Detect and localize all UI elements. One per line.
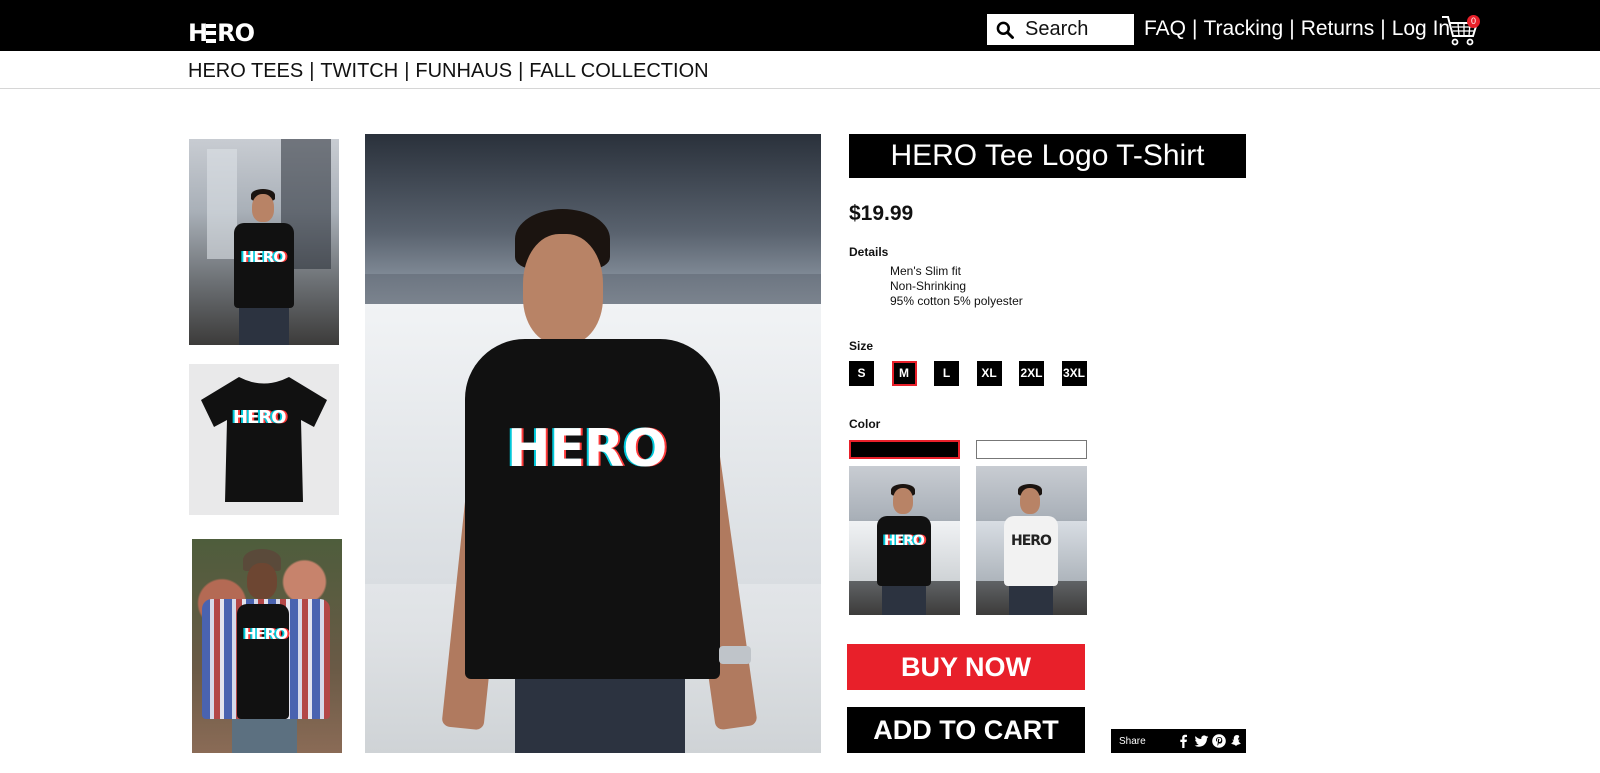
divider: |	[1192, 17, 1198, 40]
detail-item: Men's Slim fit	[890, 264, 961, 278]
shirt-logo-text: HERO	[1011, 533, 1052, 549]
tshirt	[1004, 516, 1058, 586]
cart-count-badge: 0	[1467, 15, 1480, 28]
tshirt	[237, 604, 289, 719]
logo-bars-icon	[206, 23, 217, 43]
pinterest-icon[interactable]	[1212, 734, 1227, 749]
size-s-button[interactable]: S	[849, 361, 874, 386]
search-input[interactable]: Search	[987, 14, 1134, 45]
returns-link[interactable]: Returns	[1301, 16, 1375, 42]
model-head	[523, 234, 603, 344]
size-xl-button[interactable]: XL	[976, 361, 1002, 386]
wristwatch	[719, 646, 751, 664]
top-links: FAQ | Tracking | Returns | Log In	[1144, 16, 1450, 42]
model-head	[1020, 488, 1040, 514]
color-label: Color	[849, 417, 881, 431]
share-label: Share	[1119, 735, 1146, 747]
nav-funhaus[interactable]: FUNHAUS	[415, 59, 512, 83]
shirt-logo-text: HERO	[884, 533, 925, 549]
model-head	[252, 194, 274, 222]
search-placeholder: Search	[1025, 18, 1089, 40]
logo-letter-h: H	[188, 19, 208, 47]
model-head	[247, 563, 277, 599]
faq-link[interactable]: FAQ	[1144, 16, 1186, 42]
size-selector: S M L XL 2XL 3XL	[849, 361, 1104, 386]
jeans	[1009, 586, 1053, 615]
jeans	[882, 586, 926, 615]
color-swatch-white[interactable]	[976, 440, 1087, 459]
shirt-logo-text: HERO	[507, 419, 667, 479]
size-label: Size	[849, 339, 874, 353]
tracking-link[interactable]: Tracking	[1203, 16, 1283, 42]
thumbnail-model-garden[interactable]: HERO	[192, 539, 342, 753]
nav-divider	[0, 88, 1600, 89]
shirt-logo-text: HERO	[244, 625, 288, 643]
size-m-button[interactable]: M	[891, 361, 917, 386]
model-head	[893, 488, 913, 514]
size-3xl-button[interactable]: 3XL	[1061, 361, 1087, 386]
divider: |	[1289, 17, 1295, 40]
snapchat-icon[interactable]	[1230, 734, 1245, 749]
hero-logo[interactable]: H RO	[188, 19, 255, 47]
tshirt	[465, 339, 720, 679]
twitter-icon[interactable]	[1194, 734, 1209, 749]
facebook-icon[interactable]	[1176, 734, 1191, 749]
main-product-image[interactable]: HERO	[365, 134, 821, 753]
shirt-logo-text: HERO	[233, 407, 287, 428]
jeans	[515, 679, 685, 753]
building	[207, 149, 237, 259]
divider: |	[1380, 17, 1386, 40]
search-icon	[996, 21, 1014, 39]
jeans	[239, 308, 289, 345]
add-to-cart-button[interactable]: ADD TO CART	[847, 707, 1085, 753]
share-icons	[1176, 734, 1248, 749]
color-swatch-black[interactable]	[849, 440, 960, 459]
size-2xl-button[interactable]: 2XL	[1019, 361, 1044, 386]
buy-now-button[interactable]: BUY NOW	[847, 644, 1085, 690]
nav-fall-collection[interactable]: FALL COLLECTION	[529, 59, 708, 83]
shirt-logo-text: HERO	[242, 248, 286, 266]
category-nav: HERO TEES | TWITCH | FUNHAUS | FALL COLL…	[188, 59, 709, 83]
nav-twitch[interactable]: TWITCH	[320, 59, 398, 83]
tshirt	[877, 516, 931, 586]
color-preview-black[interactable]: HERO	[849, 466, 960, 615]
divider: |	[309, 60, 315, 82]
thumbnail-model-street[interactable]: HERO	[189, 139, 339, 345]
divider: |	[404, 60, 410, 82]
size-l-button[interactable]: L	[934, 361, 959, 386]
detail-item: Non-Shrinking	[890, 279, 967, 293]
nav-hero-tees[interactable]: HERO TEES	[188, 59, 303, 83]
detail-item: 95% cotton 5% polyester	[890, 294, 1023, 308]
divider: |	[518, 60, 524, 82]
details-list: Men's Slim fit Non-Shrinking 95% cotton …	[890, 264, 1023, 309]
product-price: $19.99	[849, 202, 914, 225]
share-bar: Share	[1111, 729, 1246, 753]
thumbnail-shirt-flat[interactable]: HERO	[189, 364, 339, 515]
logo-letters-ro: RO	[217, 19, 255, 47]
color-preview-white[interactable]: HERO	[976, 466, 1087, 615]
jeans	[232, 719, 297, 753]
tshirt-shape	[201, 377, 327, 502]
details-label: Details	[849, 245, 889, 259]
top-bar: H RO Search FAQ | Tracking | Returns | L…	[0, 0, 1600, 51]
product-title: HERO Tee Logo T-Shirt	[849, 134, 1246, 178]
